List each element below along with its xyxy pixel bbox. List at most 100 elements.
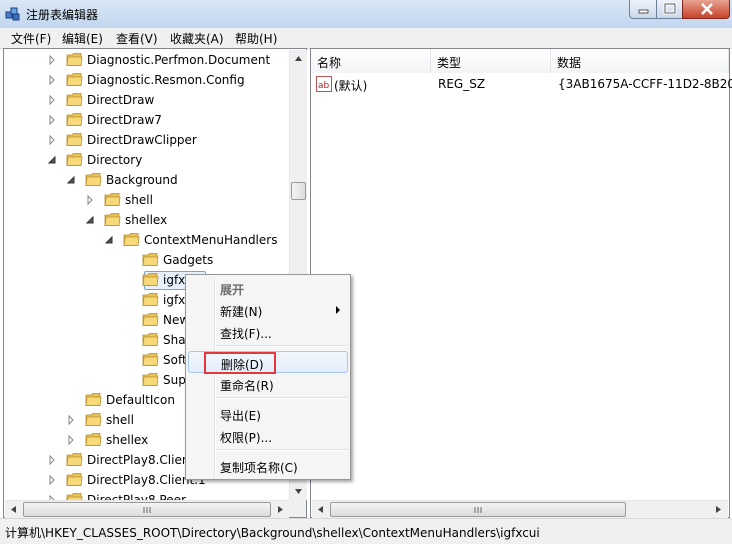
collapse-arrow-icon[interactable] [48,150,57,170]
scroll-left-icon[interactable] [312,501,329,518]
menu-separator [216,449,348,451]
folder-icon [142,373,159,386]
tree-item-label: DirectDraw7 [87,113,162,127]
status-path: 计算机\HKEY_CLASSES_ROOT\Directory\Backgrou… [5,526,540,540]
collapse-arrow-icon[interactable] [86,210,95,230]
close-button[interactable] [682,0,730,19]
menu-help[interactable]: 帮助(H) [235,30,277,47]
scroll-up-icon[interactable] [290,50,307,67]
menu-edit[interactable]: 编辑(E) [62,30,103,47]
folder-icon [142,353,159,366]
list-horizontal-scrollbar[interactable] [312,500,728,518]
folder-icon [104,213,121,226]
tree-item[interactable]: Gadgets [4,250,288,270]
scroll-right-icon[interactable] [710,501,727,518]
tree-item[interactable]: shellex [4,210,288,230]
tree-hscroll-thumb[interactable] [23,502,271,517]
close-icon [701,3,713,15]
menu-separator [216,397,348,399]
expand-arrow-icon[interactable] [67,430,76,450]
string-value-icon: ab [316,76,332,92]
folder-icon [123,233,140,246]
folder-icon [66,93,83,106]
grip-icon [474,507,482,513]
expand-arrow-icon[interactable] [48,70,57,90]
tree-item-label: ContextMenuHandlers [144,233,278,247]
maximize-button[interactable] [656,0,683,19]
menu-bar: 文件(F) 编辑(E) 查看(V) 收藏夹(A) 帮助(H) [0,28,732,49]
window-title: 注册表编辑器 [26,8,99,22]
folder-icon [85,173,102,186]
tree-item-label: Diagnostic.Resmon.Config [87,73,245,87]
title-bar: 注册表编辑器 [0,0,732,29]
folder-icon [142,333,159,346]
tree-item[interactable]: ContextMenuHandlers [4,230,288,250]
menu-file[interactable]: 文件(F) [11,30,51,47]
menu-item-expand[interactable]: 展开 [188,277,348,299]
values-list[interactable]: 名称 类型 数据 ab (默认) REG_SZ {3AB1675A-CCFF-1… [310,48,732,518]
expand-arrow-icon[interactable] [48,90,57,110]
column-header-type[interactable]: 类型 [431,49,551,73]
tree-item-label: Soft [163,353,187,367]
tree-item[interactable]: Background [4,170,288,190]
menu-item-find[interactable]: 查找(F)... [188,321,348,343]
folder-icon [142,253,159,266]
collapse-arrow-icon[interactable] [67,170,76,190]
expand-arrow-icon[interactable] [48,110,57,130]
menu-separator [216,345,348,347]
list-row[interactable]: ab (默认) REG_SZ {3AB1675A-CCFF-11D2-8B20-… [311,74,732,94]
tree-item-label: igfx [163,293,186,307]
scroll-left-icon[interactable] [5,501,22,518]
folder-icon [142,273,159,286]
menu-favorites[interactable]: 收藏夹(A) [170,30,224,47]
expand-arrow-icon[interactable] [86,190,95,210]
expand-arrow-icon[interactable] [48,450,57,470]
column-header-name[interactable]: 名称 [311,49,431,73]
tree-item-label: Background [106,173,178,187]
column-header-data[interactable]: 数据 [551,49,729,73]
folder-icon [85,433,102,446]
menu-item-copy-key-name[interactable]: 复制项名称(C) [188,455,348,477]
value-name: (默认) [334,79,368,93]
menu-item-permissions[interactable]: 权限(P)... [188,425,348,447]
tree-item-label: Diagnostic.Perfmon.Document [87,53,271,67]
expand-arrow-icon[interactable] [67,410,76,430]
collapse-arrow-icon[interactable] [105,230,114,250]
expand-arrow-icon[interactable] [48,470,57,490]
list-hscroll-thumb[interactable] [330,502,626,517]
folder-icon [66,133,83,146]
folder-icon [66,113,83,126]
submenu-arrow-icon [336,306,340,314]
tree-item[interactable]: Diagnostic.Resmon.Config [4,70,288,90]
tree-horizontal-scrollbar[interactable] [5,500,289,518]
tree-item[interactable]: Directory [4,150,288,170]
tree-item[interactable]: DirectDraw [4,90,288,110]
tree-vscroll-thumb[interactable] [291,182,306,200]
tree-item-label: shell [106,413,134,427]
expand-arrow-icon[interactable] [48,50,57,70]
menu-item-rename[interactable]: 重命名(R) [188,373,348,395]
tree-item-label: DirectPlay8.Client [87,453,195,467]
scroll-down-icon[interactable] [290,483,307,500]
menu-item-new[interactable]: 新建(N) [188,299,348,321]
tree-item-label: igfx [163,273,186,287]
tree-item[interactable]: shell [4,190,288,210]
tree-item-label: Directory [87,153,143,167]
expand-arrow-icon[interactable] [48,130,57,150]
folder-icon [66,73,83,86]
folder-icon [66,473,83,486]
minimize-button[interactable] [629,0,657,19]
folder-icon [142,293,159,306]
tree-item-label: DirectDrawClipper [87,133,197,147]
tree-item-label: Gadgets [163,253,214,267]
menu-item-delete[interactable]: 删除(D) [188,351,348,374]
folder-icon [85,393,102,406]
menu-view[interactable]: 查看(V) [116,30,158,47]
scroll-right-icon[interactable] [272,501,289,518]
tree-item[interactable]: Diagnostic.Perfmon.Document [4,50,288,70]
tree-item[interactable]: DirectDraw7 [4,110,288,130]
folder-icon [142,313,159,326]
menu-item-export[interactable]: 导出(E) [188,403,348,425]
tree-item[interactable]: DirectDrawClipper [4,130,288,150]
folder-icon [66,153,83,166]
